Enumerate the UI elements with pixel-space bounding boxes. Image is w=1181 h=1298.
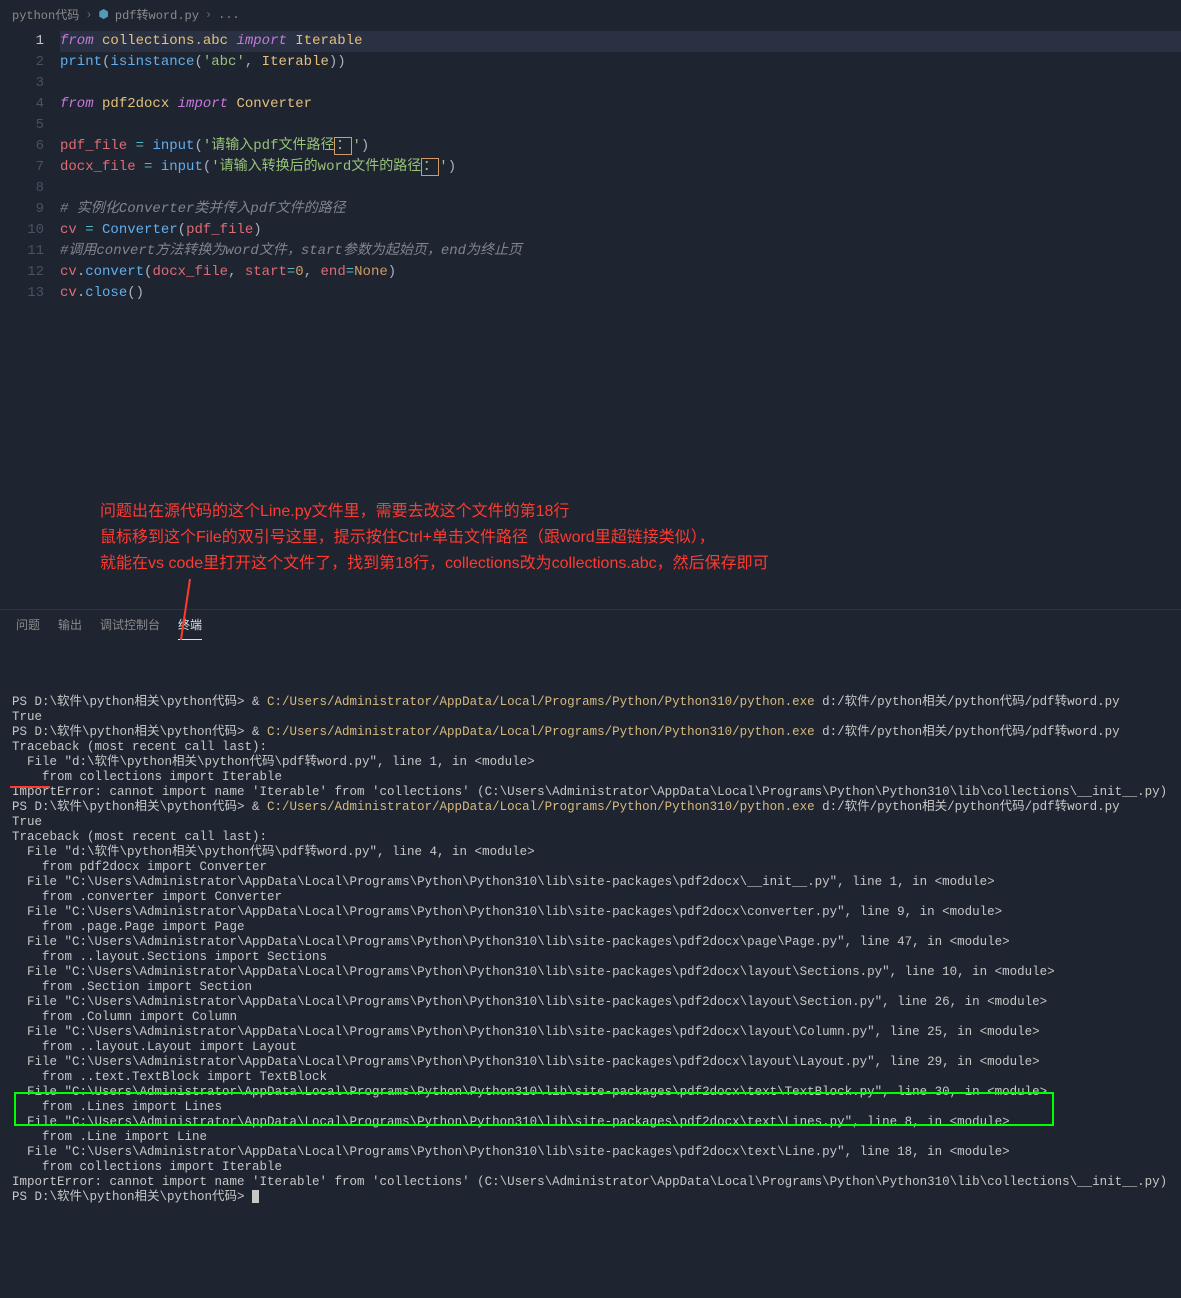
breadcrumb-symbol[interactable]: ... (218, 8, 240, 22)
tab-output[interactable]: 输出 (58, 616, 82, 640)
tab-problems[interactable]: 问题 (16, 616, 40, 640)
line-number-gutter: 12345678910111213 (0, 29, 60, 609)
editor[interactable]: 12345678910111213 from collections.abc i… (0, 29, 1181, 609)
terminal-output[interactable]: PS D:\软件\python相关\python代码> & C:/Users/A… (0, 640, 1181, 1298)
breadcrumb-file[interactable]: pdf转word.py (115, 6, 199, 23)
code-content[interactable]: from collections.abc import Iterableprin… (60, 29, 1181, 609)
breadcrumb[interactable]: python代码 › ⬢ pdf转word.py › ... (0, 0, 1181, 29)
panel-tabs: 问题 输出 调试控制台 终端 (0, 609, 1181, 640)
breadcrumb-folder[interactable]: python代码 (12, 6, 79, 23)
terminal-cursor (252, 1190, 259, 1203)
chevron-right-icon: › (85, 8, 92, 22)
chevron-right-icon: › (205, 8, 212, 22)
python-file-icon: ⬢ (98, 7, 108, 22)
tab-debug-console[interactable]: 调试控制台 (100, 616, 160, 640)
tab-terminal[interactable]: 终端 (178, 616, 202, 640)
